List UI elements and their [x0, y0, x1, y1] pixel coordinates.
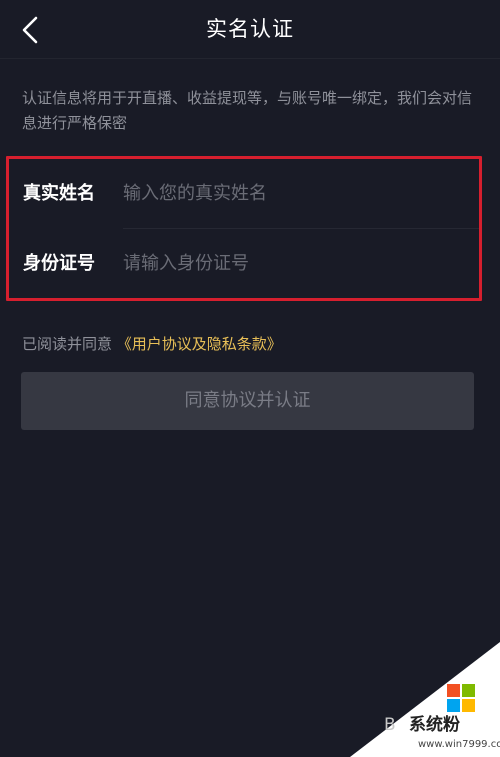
agreement-line: 已阅读并同意 《用户协议及隐私条款》 — [22, 332, 282, 356]
id-number-label: 身份证号 — [23, 253, 95, 274]
name-row: 真实姓名 — [9, 159, 479, 227]
watermark-partial-letter: B — [384, 715, 396, 735]
id-number-input[interactable] — [123, 247, 463, 279]
windows-logo-icon — [447, 684, 475, 712]
agreement-prefix: 已阅读并同意 — [22, 335, 113, 353]
identity-form: 真实姓名 身份证号 — [6, 156, 482, 301]
realname-verification-screen: 实名认证 认证信息将用于开直播、收益提现等，与账号唯一绑定，我们会对信息进行严格… — [0, 0, 500, 757]
name-label: 真实姓名 — [23, 183, 95, 204]
id-row: 身份证号 — [9, 229, 479, 297]
watermark-url: www.win7999.com — [418, 739, 500, 750]
terms-link[interactable]: 《用户协议及隐私条款》 — [117, 335, 282, 353]
privacy-notice: 认证信息将用于开直播、收益提现等，与账号唯一绑定，我们会对信息进行严格保密 — [22, 89, 473, 132]
watermark-site-name: 系统粉 — [409, 715, 460, 735]
real-name-input[interactable] — [123, 177, 463, 209]
agree-and-verify-button[interactable]: 同意协议并认证 — [21, 372, 474, 430]
nav-header: 实名认证 — [0, 0, 500, 59]
page-title: 实名认证 — [206, 17, 294, 41]
